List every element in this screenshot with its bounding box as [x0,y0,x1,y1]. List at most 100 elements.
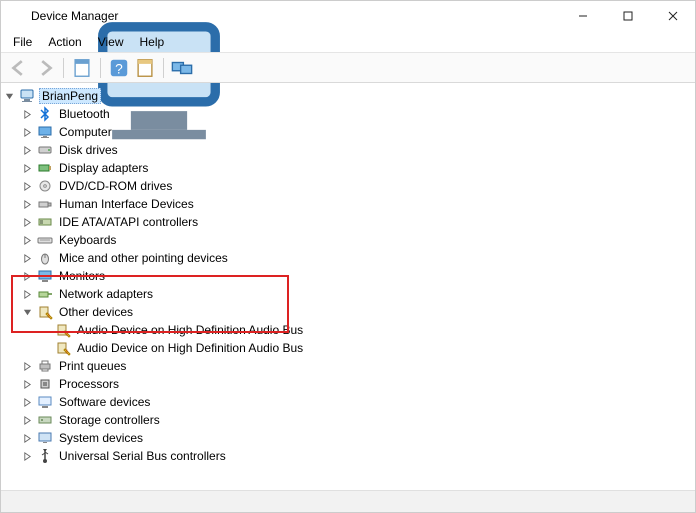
chevron-right-icon[interactable] [21,108,33,120]
tree-node-label: Human Interface Devices [57,197,196,211]
toolbar-separator [100,58,101,78]
monitor-icon [37,124,53,140]
software-icon [37,394,53,410]
tree-node-label: DVD/CD-ROM drives [57,179,174,193]
toolbar-scan-button[interactable] [133,56,157,80]
tree-node-label: Audio Device on High Definition Audio Bu… [75,323,305,337]
titlebar: Device Manager [1,1,695,31]
device-manager-window: Device Manager File Action View Help Bri… [0,0,696,513]
toolbar-separator [63,58,64,78]
chevron-right-icon[interactable] [21,144,33,156]
tree-node-software[interactable]: Software devices [21,393,695,411]
toolbar [1,53,695,83]
minimize-button[interactable] [560,1,605,31]
toolbar-separator [163,58,164,78]
tree-node-label: Disk drives [57,143,120,157]
tree-node-usb[interactable]: Universal Serial Bus controllers [21,447,695,465]
tree-root-node[interactable]: BrianPeng [3,87,695,105]
tree-node-label: System devices [57,431,145,445]
gpu-icon [37,160,53,176]
disk-icon [37,142,53,158]
cpu-icon [37,376,53,392]
toolbar-show-hide-button[interactable] [70,56,94,80]
tree-node-label: Network adapters [57,287,155,301]
toolbar-monitors-button[interactable] [170,56,194,80]
tree-node-label: Processors [57,377,121,391]
tree-node-label: Audio Device on High Definition Audio Bu… [75,341,305,355]
tree-node-label: Software devices [57,395,152,409]
chevron-right-icon[interactable] [21,270,33,282]
computer-icon [19,88,35,104]
tree-node-processors[interactable]: Processors [21,375,695,393]
tree-node-network[interactable]: Network adapters [21,285,695,303]
maximize-button[interactable] [605,1,650,31]
storage-icon [37,412,53,428]
tree-node-other[interactable]: Other devices [21,303,695,321]
monitor-icon [37,268,53,284]
ide-icon [37,214,53,230]
chevron-right-icon[interactable] [21,378,33,390]
keyboard-icon [37,232,53,248]
tree-node-display[interactable]: Display adapters [21,159,695,177]
tree-node-other-child[interactable]: Audio Device on High Definition Audio Bu… [39,321,695,339]
tree-node-label: Display adapters [57,161,150,175]
tree-node-label: Storage controllers [57,413,162,427]
dvd-icon [37,178,53,194]
chevron-right-icon[interactable] [21,414,33,426]
menubar: File Action View Help [1,31,695,53]
chevron-right-icon[interactable] [21,216,33,228]
statusbar [1,490,695,512]
chevron-right-icon[interactable] [21,252,33,264]
chevron-down-icon[interactable] [21,306,33,318]
toolbar-back-button[interactable] [7,56,31,80]
chevron-right-icon[interactable] [21,450,33,462]
tree-node-label: Computer [57,125,114,139]
warning-icon [37,304,53,320]
tree-node-system[interactable]: System devices [21,429,695,447]
tree-node-bluetooth[interactable]: Bluetooth [21,105,695,123]
toolbar-help-button[interactable] [107,56,131,80]
tree-node-monitors[interactable]: Monitors [21,267,695,285]
tree-node-computer[interactable]: Computer [21,123,695,141]
system-icon [37,430,53,446]
network-icon [37,286,53,302]
tree-node-ide[interactable]: IDE ATA/ATAPI controllers [21,213,695,231]
tree-node-dvd[interactable]: DVD/CD-ROM drives [21,177,695,195]
bluetooth-icon [37,106,53,122]
tree-node-print[interactable]: Print queues [21,357,695,375]
tree-node-keyboards[interactable]: Keyboards [21,231,695,249]
tree-pane[interactable]: BrianPeng Bluetooth Computer [1,83,695,490]
warning-icon [55,340,71,356]
printer-icon [37,358,53,374]
tree-node-label: Universal Serial Bus controllers [57,449,228,463]
tree-node-disk[interactable]: Disk drives [21,141,695,159]
chevron-right-icon[interactable] [21,198,33,210]
chevron-right-icon[interactable] [21,396,33,408]
chevron-right-icon[interactable] [21,234,33,246]
hid-icon [37,196,53,212]
tree-node-storage[interactable]: Storage controllers [21,411,695,429]
close-button[interactable] [650,1,695,31]
tree-node-mice[interactable]: Mice and other pointing devices [21,249,695,267]
chevron-right-icon[interactable] [21,180,33,192]
chevron-down-icon[interactable] [3,90,15,102]
chevron-right-icon[interactable] [21,162,33,174]
toolbar-forward-button[interactable] [33,56,57,80]
usb-icon [37,448,53,464]
tree-node-label: Print queues [57,359,128,373]
tree-node-label: Monitors [57,269,107,283]
tree-node-label: IDE ATA/ATAPI controllers [57,215,200,229]
tree-node-hid[interactable]: Human Interface Devices [21,195,695,213]
chevron-right-icon[interactable] [21,432,33,444]
tree-root-label: BrianPeng [39,88,101,104]
chevron-right-icon[interactable] [21,288,33,300]
tree-node-label: Other devices [57,305,135,319]
chevron-right-icon[interactable] [21,126,33,138]
tree-node-other-child[interactable]: Audio Device on High Definition Audio Bu… [39,339,695,357]
tree-node-label: Mice and other pointing devices [57,251,230,265]
chevron-right-icon[interactable] [21,360,33,372]
tree-node-label: Bluetooth [57,107,112,121]
mouse-icon [37,250,53,266]
tree-node-label: Keyboards [57,233,118,247]
warning-icon [55,322,71,338]
